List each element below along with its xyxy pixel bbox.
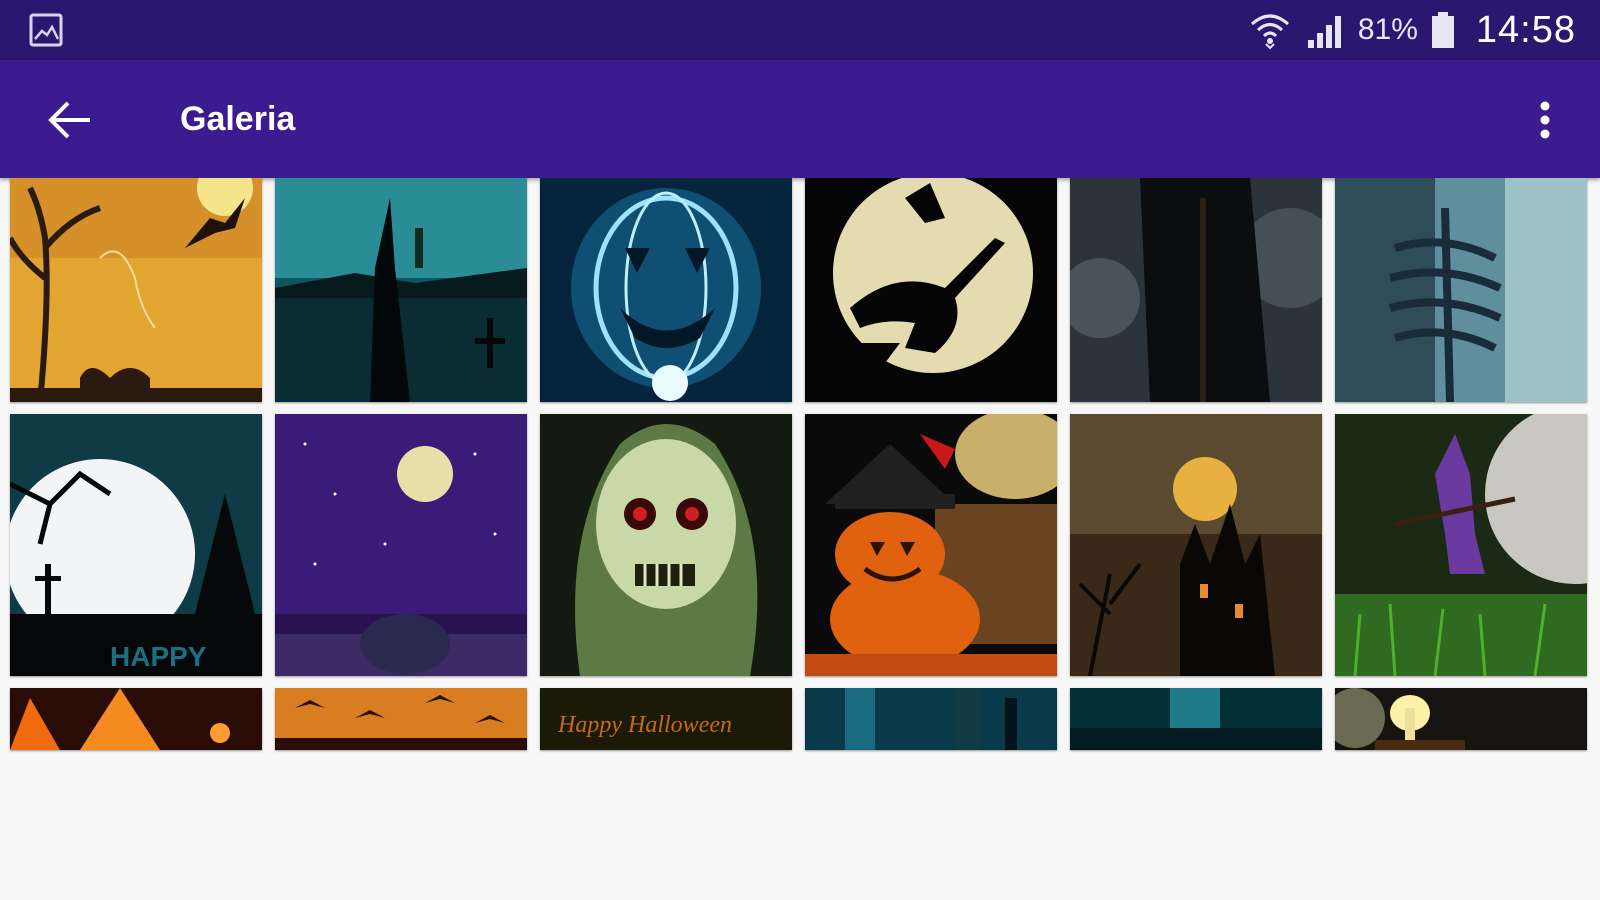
gallery-thumbnail[interactable]: [540, 178, 792, 402]
gallery-thumbnail[interactable]: [10, 688, 262, 750]
gallery-thumbnail[interactable]: Happy Halloween: [540, 688, 792, 750]
gallery-thumbnail[interactable]: [10, 178, 262, 402]
clock: 14:58: [1475, 8, 1576, 51]
signal-icon: [1307, 16, 1341, 48]
halloween-text: Happy Halloween: [557, 712, 732, 738]
back-button[interactable]: [40, 90, 100, 150]
gallery-thumbnail[interactable]: [1070, 178, 1322, 402]
wifi-icon: [1250, 14, 1289, 50]
battery-percent: 81%: [1357, 13, 1418, 46]
gallery-thumbnail[interactable]: [275, 414, 527, 676]
status-bar: 81% 14:58: [0, 0, 1600, 60]
gallery-thumbnail[interactable]: [805, 178, 1057, 402]
gallery-thumbnail[interactable]: [805, 414, 1057, 676]
gallery-thumbnail[interactable]: [1335, 414, 1587, 676]
gallery-notification-icon: [29, 13, 63, 47]
app-bar: Galeria: [0, 60, 1600, 178]
gallery-thumbnail[interactable]: [1335, 178, 1587, 402]
gallery-grid: HAPPY Happy Halloween: [0, 178, 1600, 758]
gallery-thumbnail[interactable]: [805, 688, 1057, 750]
arrow-back-icon: [48, 101, 90, 139]
gallery-thumbnail[interactable]: HAPPY: [10, 414, 262, 676]
battery-icon: [1431, 12, 1454, 48]
gallery-thumbnail[interactable]: [275, 688, 527, 750]
overflow-menu-button[interactable]: [1530, 90, 1560, 150]
gallery-thumbnail[interactable]: [275, 178, 527, 402]
gallery-thumbnail[interactable]: [1070, 414, 1322, 676]
page-title: Galeria: [180, 100, 296, 138]
gallery-thumbnail[interactable]: [1335, 688, 1587, 750]
svg-text:HAPPY: HAPPY: [110, 641, 207, 672]
more-vert-icon: [1540, 101, 1550, 139]
gallery-thumbnail[interactable]: [540, 414, 792, 676]
gallery-thumbnail[interactable]: [1070, 688, 1322, 750]
status-icons: 81% 14:58: [1236, 8, 1576, 52]
